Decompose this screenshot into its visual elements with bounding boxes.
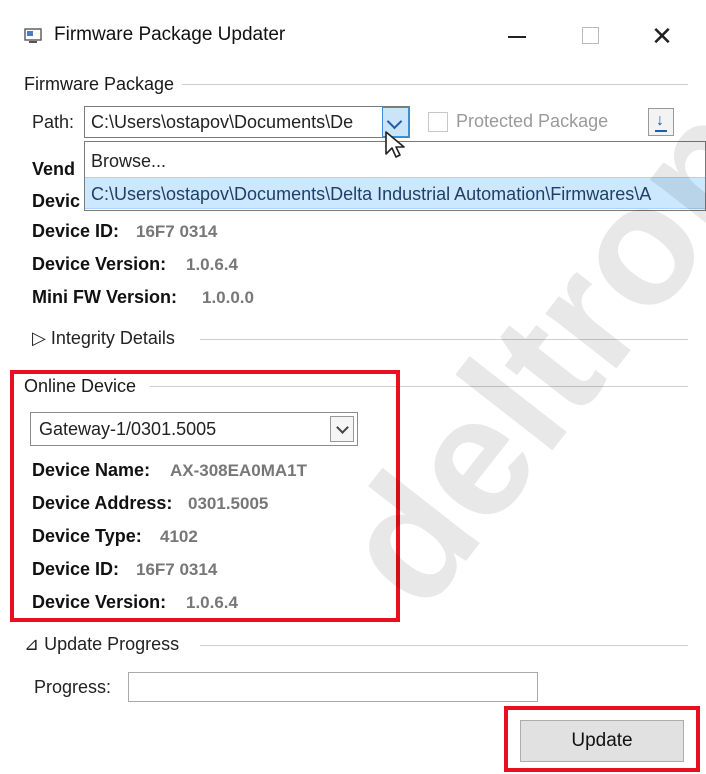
progress-label: Progress: — [34, 677, 112, 697]
device-label-partial: Devic — [32, 191, 81, 211]
update-progress-group-line — [200, 645, 688, 646]
progress-bar — [128, 672, 538, 702]
maximize-button[interactable] — [566, 14, 614, 58]
path-value[interactable]: C:\Users\ostapov\Documents\De — [91, 112, 353, 133]
firmware-package-group-title: Firmware Package — [24, 74, 183, 95]
path-label: Path: — [32, 112, 75, 132]
mouse-cursor-icon — [385, 131, 405, 158]
minimize-icon — [508, 36, 526, 38]
fw-device-version-value: 1.0.6.4 — [186, 255, 238, 274]
chevron-down-icon — [386, 113, 403, 130]
fw-device-id-label: Device ID: — [32, 221, 120, 241]
expand-icon: ▷ — [32, 328, 46, 348]
protected-package-label: Protected Package — [456, 111, 609, 131]
vendor-label-partial: Vend — [32, 159, 76, 179]
close-button[interactable]: ✕ — [638, 14, 686, 58]
minimize-button[interactable] — [492, 14, 540, 58]
integrity-details-expander[interactable]: ▷ Integrity Details — [32, 328, 175, 349]
app-icon — [24, 28, 42, 43]
maximize-icon — [582, 27, 599, 44]
integrity-details-label: Integrity Details — [50, 328, 175, 348]
fw-device-version-label: Device Version: — [32, 254, 167, 274]
path-combobox[interactable]: C:\Users\ostapov\Documents\De — [84, 106, 410, 138]
fw-device-id-value: 16F7 0314 — [136, 222, 218, 241]
fw-mini-version-label: Mini FW Version: — [32, 287, 178, 307]
highlight-update-button — [504, 706, 700, 772]
update-progress-expander[interactable]: ⊿ Update Progress — [24, 634, 179, 655]
fw-mini-version-value: 1.0.0.0 — [202, 288, 254, 307]
collapse-icon: ⊿ — [24, 634, 40, 654]
protected-package-checkbox[interactable] — [428, 112, 448, 132]
update-progress-label: Update Progress — [44, 634, 180, 654]
window-title: Firmware Package Updater — [54, 24, 286, 45]
